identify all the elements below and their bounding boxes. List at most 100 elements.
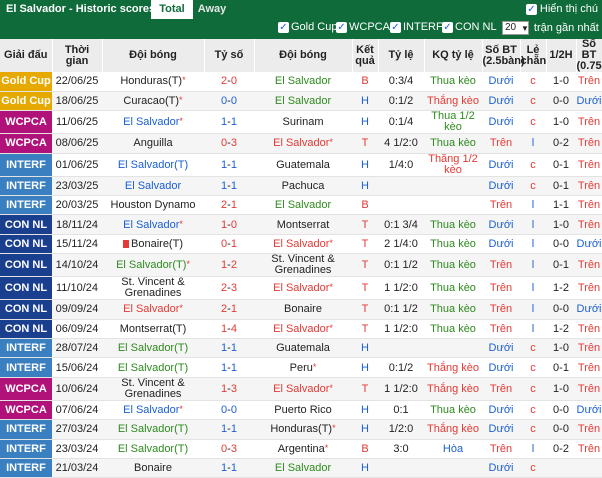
home-team[interactable]: El Salvador* xyxy=(102,110,204,135)
competition-badge[interactable]: INTERF xyxy=(0,458,52,478)
home-team[interactable]: St. Vincent & Grenadines xyxy=(102,377,204,401)
table-row[interactable]: INTERF 21/03/24 Bonaire 1-1 El Salvador H Dưới… xyxy=(0,458,602,478)
score[interactable]: 1-1 xyxy=(204,110,254,135)
away-team[interactable]: El Salvador* xyxy=(254,276,352,301)
home-team[interactable]: Honduras(T)* xyxy=(102,72,204,92)
checkbox-icon[interactable]: ✓ xyxy=(442,21,453,33)
home-team[interactable]: El Salvador(T) xyxy=(102,439,204,459)
table-row[interactable]: INTERF 23/03/25 El Salvador 1-1 Pachuca H Dưới… xyxy=(0,176,602,197)
home-team[interactable]: St. Vincent & Grenadines xyxy=(102,276,204,301)
home-team[interactable]: El Salvador xyxy=(102,176,204,197)
away-team[interactable]: El Salvador xyxy=(254,458,352,478)
score[interactable]: 2-3 xyxy=(204,276,254,301)
table-row[interactable]: CON NL 06/09/24 Montserrat(T) 1-4 El Salvado… xyxy=(0,319,602,340)
score[interactable]: 0-0 xyxy=(204,400,254,421)
show-all-toggle[interactable]: ✓ Hiển thị chú xyxy=(525,3,598,15)
competition-badge[interactable]: WCPCA xyxy=(0,133,52,154)
score[interactable]: 0-0 xyxy=(204,91,254,112)
score[interactable]: 2-0 xyxy=(204,72,254,92)
score[interactable]: 1-4 xyxy=(204,319,254,340)
away-team[interactable]: El Salvador xyxy=(254,91,352,112)
score[interactable]: 1-1 xyxy=(204,357,254,378)
score[interactable]: 2-1 xyxy=(204,299,254,320)
away-team[interactable]: Honduras(T)* xyxy=(254,419,352,440)
away-team[interactable]: Guatemala xyxy=(254,153,352,177)
filter-con-nl[interactable]: ✓ CON NL xyxy=(442,21,497,33)
filter-interf[interactable]: ✓ INTERF xyxy=(390,21,443,33)
filter-wcpca[interactable]: ✓ WCPCA xyxy=(336,21,390,33)
filter-gold-cup[interactable]: ✓ Gold Cup xyxy=(278,21,337,33)
home-team[interactable]: Montserrat(T) xyxy=(102,319,204,340)
checkbox-icon[interactable]: ✓ xyxy=(525,3,537,15)
away-team[interactable]: Peru* xyxy=(254,357,352,378)
away-team[interactable]: El Salvador* xyxy=(254,234,352,255)
competition-badge[interactable]: CON NL xyxy=(0,234,52,255)
competition-badge[interactable]: INTERF xyxy=(0,419,52,440)
away-team[interactable]: El Salvador xyxy=(254,195,352,216)
away-team[interactable]: Puerto Rico xyxy=(254,400,352,421)
home-team[interactable]: El Salvador* xyxy=(102,214,204,235)
home-team[interactable]: El Salvador* xyxy=(102,400,204,421)
home-team[interactable]: El Salvador(T) xyxy=(102,153,204,177)
home-team[interactable]: Bonaire xyxy=(102,458,204,478)
chevron-down-icon[interactable]: ▼ xyxy=(521,24,529,33)
table-row[interactable]: Gold Cup 22/06/25 Honduras(T)* 2-0 El Salvad… xyxy=(0,72,602,92)
competition-badge[interactable]: Gold Cup xyxy=(0,72,52,92)
competition-badge[interactable]: INTERF xyxy=(0,357,52,378)
checkbox-icon[interactable]: ✓ xyxy=(336,21,347,33)
away-team[interactable]: St. Vincent & Grenadines xyxy=(254,253,352,278)
table-row[interactable]: WCPCA 07/06/24 El Salvador* 0-0 Puerto Rico H… xyxy=(0,400,602,421)
score[interactable]: 0-1 xyxy=(204,234,254,255)
competition-badge[interactable]: CON NL xyxy=(0,253,52,278)
table-row[interactable]: CON NL 15/11/24 Bonaire(T) 0-1 El Salvador* T… xyxy=(0,234,602,255)
away-team[interactable]: Argentina* xyxy=(254,439,352,459)
table-row[interactable]: WCPCA 08/06/25 Anguilla 0-3 El Salvador* T 4 1… xyxy=(0,133,602,154)
tab-away[interactable]: Away xyxy=(195,0,229,19)
competition-badge[interactable]: WCPCA xyxy=(0,110,52,135)
home-team[interactable]: El Salvador(T)* xyxy=(102,253,204,278)
table-row[interactable]: CON NL 09/09/24 El Salvador* 2-1 Bonaire T 0:1… xyxy=(0,299,602,320)
home-team[interactable]: Houston Dynamo xyxy=(102,195,204,216)
home-team[interactable]: Curacao(T)* xyxy=(102,91,204,112)
score[interactable]: 1-1 xyxy=(204,419,254,440)
competition-badge[interactable]: INTERF xyxy=(0,153,52,177)
home-team[interactable]: El Salvador(T) xyxy=(102,357,204,378)
competition-badge[interactable]: INTERF xyxy=(0,338,52,359)
table-row[interactable]: INTERF 01/06/25 El Salvador(T) 1-1 Guatemala… xyxy=(0,153,602,177)
score[interactable]: 0-3 xyxy=(204,133,254,154)
table-row[interactable]: CON NL 14/10/24 El Salvador(T)* 1-2 St. Vinc… xyxy=(0,253,602,278)
score[interactable]: 1-1 xyxy=(204,338,254,359)
away-team[interactable]: Montserrat xyxy=(254,214,352,235)
competition-badge[interactable]: CON NL xyxy=(0,319,52,340)
tab-total[interactable]: Total xyxy=(151,0,193,19)
table-row[interactable]: CON NL 11/10/24 St. Vincent & Grenadines 2-… xyxy=(0,276,602,301)
score[interactable]: 2-1 xyxy=(204,195,254,216)
away-team[interactable]: El Salvador* xyxy=(254,319,352,340)
score[interactable]: 1-1 xyxy=(204,458,254,478)
score[interactable]: 1-1 xyxy=(204,153,254,177)
table-row[interactable]: Gold Cup 18/06/25 Curacao(T)* 0-0 El Salvado… xyxy=(0,91,602,112)
competition-badge[interactable]: WCPCA xyxy=(0,377,52,401)
competition-badge[interactable]: INTERF xyxy=(0,439,52,459)
score[interactable]: 1-2 xyxy=(204,253,254,278)
score[interactable]: 1-1 xyxy=(204,176,254,197)
table-row[interactable]: CON NL 18/11/24 El Salvador* 1-0 Montserrat T… xyxy=(0,214,602,235)
score[interactable]: 0-3 xyxy=(204,439,254,459)
away-team[interactable]: El Salvador xyxy=(254,72,352,92)
away-team[interactable]: Pachuca xyxy=(254,176,352,197)
score[interactable]: 1-3 xyxy=(204,377,254,401)
table-row[interactable]: INTERF 15/06/24 El Salvador(T) 1-1 Peru* H 0:1… xyxy=(0,357,602,378)
table-row[interactable]: INTERF 28/07/24 El Salvador(T) 1-1 Guatemala… xyxy=(0,338,602,359)
home-team[interactable]: Bonaire(T) xyxy=(102,234,204,255)
table-row[interactable]: INTERF 23/03/24 El Salvador(T) 0-3 Argentina… xyxy=(0,439,602,459)
score[interactable]: 1-0 xyxy=(204,214,254,235)
competition-badge[interactable]: CON NL xyxy=(0,276,52,301)
away-team[interactable]: El Salvador* xyxy=(254,377,352,401)
competition-badge[interactable]: INTERF xyxy=(0,195,52,216)
competition-badge[interactable]: Gold Cup xyxy=(0,91,52,112)
competition-badge[interactable]: CON NL xyxy=(0,299,52,320)
home-team[interactable]: El Salvador(T) xyxy=(102,419,204,440)
home-team[interactable]: Anguilla xyxy=(102,133,204,154)
away-team[interactable]: El Salvador* xyxy=(254,133,352,154)
checkbox-icon[interactable]: ✓ xyxy=(390,21,401,33)
